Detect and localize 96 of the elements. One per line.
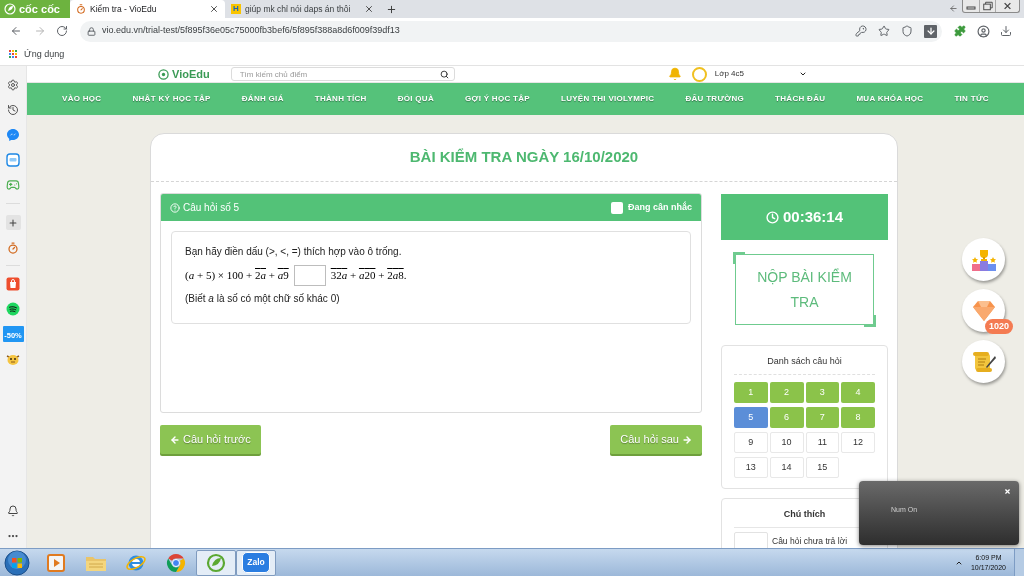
add-icon[interactable] xyxy=(5,215,21,230)
scroll-quill-icon[interactable] xyxy=(962,340,1005,383)
next-question-button[interactable]: Câu hỏi sau xyxy=(610,425,702,454)
nav-link[interactable]: VÀO HỌC xyxy=(62,93,102,105)
nav-link[interactable]: TIN TỨC xyxy=(954,93,989,105)
timer-text: 00:36:14 xyxy=(782,206,843,227)
star-icon[interactable] xyxy=(878,25,890,37)
letter-favicon: H xyxy=(231,4,241,14)
url-text: vio.edu.vn/trial-test/5f895f36e05c75000fb3bef6/5f895f388a8d6f009f39df13 xyxy=(102,24,400,38)
sound-waves-circle-icon[interactable] xyxy=(6,301,20,316)
apps-grid-icon[interactable] xyxy=(9,50,18,59)
shield-icon[interactable] xyxy=(901,25,913,37)
question-prompt: Bạn hãy điền dấu (>, <, =) thích hợp vào ô trống. xyxy=(185,245,402,259)
help-icon xyxy=(170,202,180,213)
taskbar-button[interactable] xyxy=(196,549,236,576)
nav-link[interactable]: ĐÁNH GIÁ xyxy=(241,93,284,105)
close-tab-icon[interactable] xyxy=(209,4,219,14)
restore-icon[interactable] xyxy=(979,0,995,12)
search-field[interactable]: Tìm kiếm chủ điểm xyxy=(230,67,455,81)
clock-icon xyxy=(765,210,779,224)
question-number-button[interactable]: 4 xyxy=(841,382,875,403)
nav-link[interactable]: THÁCH ĐẤU xyxy=(775,93,826,105)
puzzle-icon[interactable] xyxy=(954,25,966,37)
nav-link[interactable]: MUA KHÓA HỌC xyxy=(856,93,924,105)
settings-icon[interactable] xyxy=(7,78,19,91)
address-bar[interactable]: vio.edu.vn/trial-test/5f895f36e05c75000fb3bef6/5f895f388a8d6f009f39df13 xyxy=(80,20,942,42)
bell-icon[interactable] xyxy=(7,504,19,517)
close-tab-icon[interactable] xyxy=(364,4,374,14)
lock-icon xyxy=(87,26,96,36)
download-icon[interactable] xyxy=(1000,25,1012,37)
chat-bubble-icon[interactable] xyxy=(6,127,20,142)
question-number-button[interactable]: 11 xyxy=(805,432,840,453)
question-number-button[interactable]: 2 xyxy=(769,382,804,403)
question-note: (Biết a là số có một chữ số khác 0) xyxy=(185,292,340,306)
taskbar-button[interactable]: Zalo xyxy=(236,549,276,576)
key-icon[interactable] xyxy=(855,25,867,37)
flag-checkbox[interactable] xyxy=(611,201,623,214)
answer-field[interactable] xyxy=(293,264,326,286)
nav-link[interactable]: ĐẤU TRƯỜNG xyxy=(685,93,745,105)
stopwatch-icon xyxy=(76,4,86,14)
question-number-button[interactable]: 9 xyxy=(734,432,768,453)
nav-link[interactable]: GỢI Ý HỌC TẬP xyxy=(465,93,530,105)
app-logo-tile: Zalo xyxy=(242,552,270,573)
nav-link[interactable]: NHẬT KÝ HỌC TẬP xyxy=(132,93,211,105)
leaf-circle-icon xyxy=(4,3,16,15)
question-number-button[interactable]: 10 xyxy=(769,432,804,453)
submit-exam-button[interactable]: NỘP BÀI KIỂM TRA xyxy=(733,252,876,327)
bookmark-link[interactable]: Ứng dụng xyxy=(24,47,65,62)
diamond-count-badge: 1020 xyxy=(985,319,1014,334)
gamepad-icon[interactable] xyxy=(6,177,20,192)
math-expression: (a + 5) × 100 + 2a + a9 xyxy=(185,267,289,283)
question-number-button[interactable]: 5 xyxy=(734,407,768,428)
left-arrow-icon[interactable] xyxy=(949,4,958,13)
question-number-button[interactable]: 6 xyxy=(769,407,804,428)
stopwatch-icon[interactable] xyxy=(7,241,19,254)
math-expression: 32a + a20 + 2a8. xyxy=(330,267,407,283)
browser-brand-name: cốc cốc xyxy=(19,3,60,15)
question-heading: Câu hỏi số 5 xyxy=(183,201,240,215)
nav-link[interactable]: ĐỔI QUÀ xyxy=(397,93,434,105)
trophy-podium-icon[interactable] xyxy=(962,238,1005,281)
question-number-button[interactable]: 3 xyxy=(805,382,840,403)
question-number-button[interactable]: 14 xyxy=(769,457,804,478)
nav-link[interactable]: THÀNH TÍCH xyxy=(314,93,367,105)
question-number-button[interactable]: 1 xyxy=(734,382,768,403)
shopping-bag-icon[interactable] xyxy=(6,276,20,291)
chat-tile-icon[interactable] xyxy=(6,152,20,167)
tricolor-circle-icon xyxy=(166,552,186,573)
reload-icon[interactable] xyxy=(56,25,68,37)
play-square-icon xyxy=(46,552,66,573)
question-number-button[interactable]: 12 xyxy=(841,432,875,453)
previous-question-button[interactable]: Câu hỏi trước xyxy=(160,425,261,454)
legend-label: Câu hỏi chưa trả lời xyxy=(772,534,848,548)
exam-title: BÀI KIỂM TRA NGÀY 16/10/2020 xyxy=(409,147,639,168)
back-icon[interactable] xyxy=(10,25,22,37)
browser-logo-tile[interactable]: cốc cốc xyxy=(0,0,70,18)
flag-label: Đang cân nhắc xyxy=(628,200,692,214)
dropdown-caret-icon[interactable] xyxy=(798,70,807,78)
site-logo-text[interactable]: VioEdu xyxy=(172,68,210,80)
start-orb-icon[interactable] xyxy=(4,549,30,576)
leaf-circle-icon xyxy=(206,552,226,573)
user-class-text: Lớp 4c5 xyxy=(714,68,744,80)
download-box-icon[interactable] xyxy=(924,24,937,38)
question-number-button[interactable]: 8 xyxy=(841,407,875,428)
nav-link[interactable]: LUYỆN THI VIOLYMPIC xyxy=(560,93,655,105)
arrow-left-icon xyxy=(170,434,180,445)
history-icon[interactable] xyxy=(7,103,19,116)
question-number-button[interactable]: 7 xyxy=(805,407,840,428)
logo-mark-icon xyxy=(158,68,169,80)
new-tab-icon[interactable] xyxy=(386,3,397,15)
profile-icon[interactable] xyxy=(977,24,990,38)
browser-tab[interactable]: Kiểm tra - VioEdu xyxy=(70,0,225,18)
question-list-title: Danh sách câu hỏi xyxy=(767,355,842,369)
arrow-right-icon xyxy=(682,434,692,445)
question-number-button[interactable]: 13 xyxy=(734,457,768,478)
question-number-button[interactable]: 15 xyxy=(805,457,840,478)
legend-title: Chú thích xyxy=(783,508,826,522)
